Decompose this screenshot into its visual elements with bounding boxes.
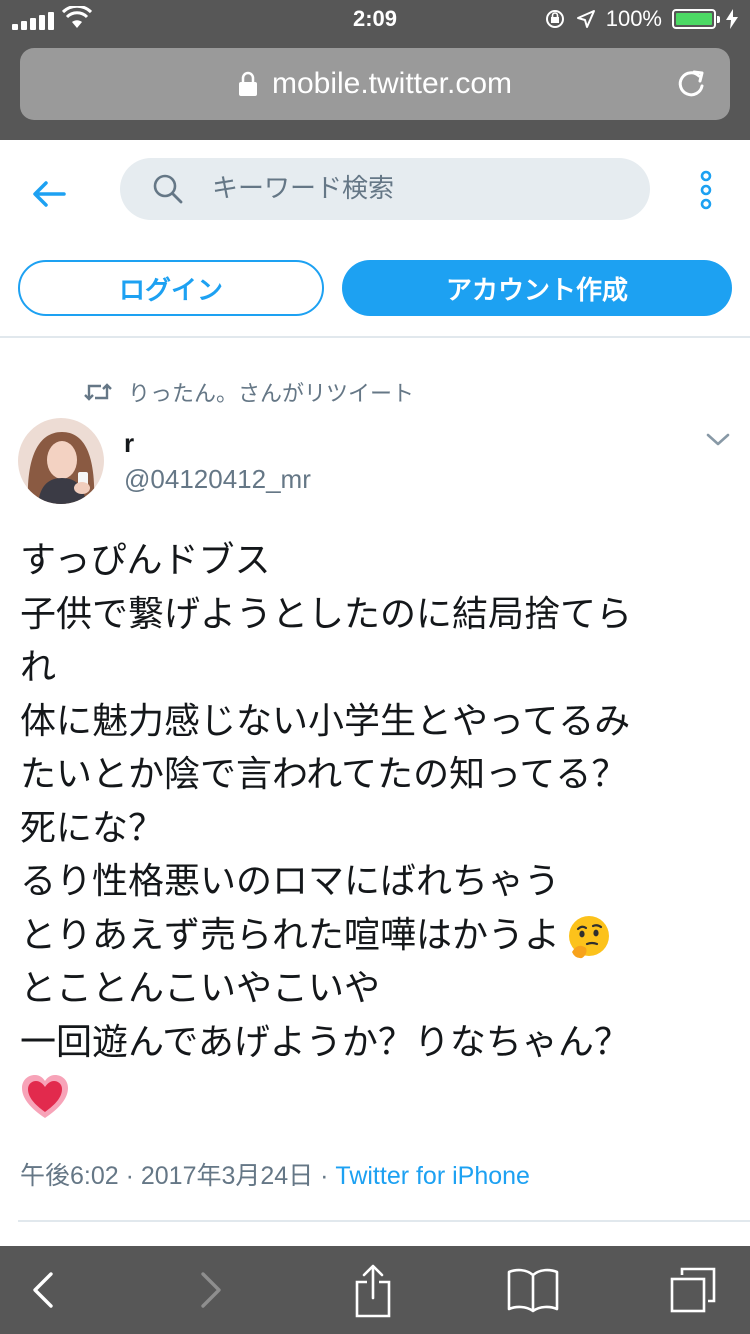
tweet-line-with-emoji: とりあえず売られた喧嘩はかうよ	[20, 909, 740, 963]
tweet-line: 体に魅力感じない小学生とやってるみ	[20, 700, 631, 742]
author-name[interactable]: r	[124, 428, 134, 459]
retweet-context[interactable]: りったん。さんがリツイート	[84, 376, 414, 408]
tweet-line: とことんこいやこいや	[20, 968, 381, 1009]
tweet-line: すっぴんドブス	[20, 540, 271, 581]
author-handle[interactable]: @04120412_mr	[124, 464, 311, 495]
back-button[interactable]	[0, 1246, 86, 1334]
tabs-icon	[670, 1267, 716, 1313]
status-bar: 2:09 100%	[0, 0, 750, 40]
tweet-line: 死にな？	[20, 807, 165, 849]
tabs-button[interactable]	[650, 1246, 736, 1334]
battery-percent: 100%	[605, 6, 662, 31]
rotation-lock-icon	[545, 10, 564, 28]
retweet-icon	[84, 383, 112, 401]
search-input[interactable]	[212, 174, 592, 204]
login-button[interactable]: ログイン	[18, 260, 324, 316]
signup-button[interactable]: アカウント作成	[342, 260, 732, 316]
book-icon	[507, 1268, 559, 1313]
search-icon	[153, 174, 183, 204]
tweet-source-link[interactable]: Twitter for iPhone	[335, 1162, 530, 1190]
tweet-line: たいとか陰で言われてたの知ってる？	[20, 754, 628, 795]
location-arrow-icon	[576, 10, 595, 28]
search-box[interactable]	[120, 158, 650, 220]
more-options-icon[interactable]	[696, 170, 716, 210]
tweet-line: るり性格悪いのロマにばれちゃう	[20, 861, 561, 902]
tweet-text: すっぴんドブス 子供で繋げようとしたのに結局捨てら れ 体に魅力感じない小学生と…	[20, 534, 740, 1123]
share-button[interactable]	[330, 1246, 416, 1334]
tweet-line: とりあえず売られた喧嘩はかうよ	[20, 914, 561, 956]
heart-emoji	[22, 1075, 68, 1118]
battery-icon	[672, 9, 720, 29]
chevron-left-icon	[33, 1272, 53, 1308]
tweet-timestamp[interactable]: 午後6:02 · 2017年3月24日 ·	[20, 1162, 335, 1190]
reload-icon[interactable]	[672, 64, 712, 104]
tweet-line: 子供で繋げようとしたのに結局捨てら	[20, 593, 633, 635]
url-text: mobile.twitter.com	[271, 67, 513, 100]
chevron-right-icon	[201, 1272, 221, 1308]
avatar[interactable]	[18, 418, 104, 504]
tweet-line-emoji	[20, 1069, 740, 1123]
thinking-face-emoji	[569, 915, 610, 958]
charging-bolt-icon	[726, 9, 738, 29]
back-arrow-icon[interactable]	[30, 174, 70, 214]
forward-button[interactable]	[168, 1246, 254, 1334]
lock-icon	[238, 71, 257, 96]
tweet-line: れ	[20, 647, 57, 688]
tweet-line: 一回遊んであげようか？りなちゃん？	[20, 1021, 630, 1063]
retweet-context-text: りったん。さんがリツイート	[128, 382, 415, 407]
twitter-header: ログイン アカウント作成	[0, 140, 750, 338]
divider	[18, 1220, 750, 1222]
status-right: 100%	[544, 6, 738, 32]
share-icon	[355, 1264, 391, 1318]
browser-toolbar	[0, 1246, 750, 1334]
browser-chrome: 2:09 100% mobile.twitter.com	[0, 0, 750, 140]
tweet-metadata: 午後6:02 · 2017年3月24日 · Twitter for iPhone	[20, 1156, 530, 1192]
url-bar[interactable]: mobile.twitter.com	[20, 48, 730, 120]
chevron-down-icon[interactable]	[706, 432, 730, 448]
bookmarks-button[interactable]	[490, 1246, 576, 1334]
